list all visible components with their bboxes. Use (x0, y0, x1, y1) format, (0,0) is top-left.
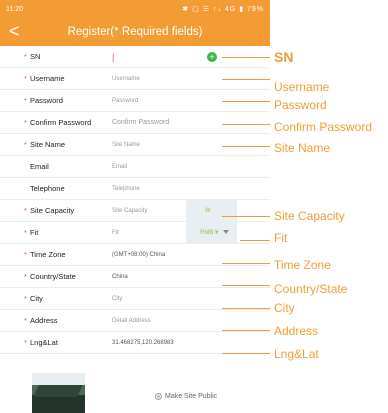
capacity-unit: W (205, 207, 211, 214)
required-marker: * (24, 338, 27, 347)
field-label-time-zone: Time Zone (30, 250, 66, 259)
field-label-address: Address (30, 316, 58, 325)
time-zone-select[interactable]: (GMT+08:00) China (112, 252, 165, 258)
annotation-country: Country/State (274, 282, 348, 296)
add-sn-button[interactable]: + (207, 52, 217, 62)
annotation-time-zone: Time Zone (274, 258, 331, 272)
field-label-site-name: Site Name (30, 140, 66, 149)
field-label-username: Username (30, 74, 65, 83)
field-label-country: Country/State (30, 272, 76, 281)
address-input[interactable]: Detail Address (112, 318, 151, 324)
site-photo[interactable] (32, 373, 85, 413)
field-label-fit: Fit (30, 228, 39, 237)
required-marker: * (24, 272, 27, 281)
field-row-password[interactable]: * Password Password (0, 90, 270, 112)
field-row-email[interactable]: Email Email (0, 156, 270, 178)
country-select[interactable]: China (112, 274, 128, 280)
field-label-lnglat: Lng&Lat (30, 338, 58, 347)
field-row-username[interactable]: * Username Username (0, 68, 270, 90)
field-label-site-capacity: Site Capacity (30, 206, 75, 215)
username-input[interactable]: Username (112, 76, 140, 82)
required-marker: * (24, 140, 27, 149)
sn-input[interactable]: | (112, 52, 114, 62)
field-row-site-name[interactable]: * Site Name Site Name (0, 134, 270, 156)
lnglat-input[interactable]: 31.468275,120.268983 (112, 340, 174, 346)
annotation-city: City (274, 301, 295, 315)
register-form: * SN | + * Username Username * Password … (0, 46, 270, 354)
page-title: Register(* Required fields) (67, 26, 203, 38)
make-public-option[interactable]: Make Site Public (155, 393, 217, 400)
field-label-email: Email (30, 162, 49, 171)
field-row-lnglat[interactable]: * Lng&Lat 31.468275,120.268983 (0, 332, 270, 354)
required-marker: * (24, 52, 27, 61)
annotation-lnglat: Lng&Lat (274, 347, 319, 361)
field-row-country[interactable]: * Country/State China (0, 266, 270, 288)
password-input[interactable]: Password (112, 98, 138, 104)
required-marker: * (24, 96, 27, 105)
fit-input[interactable]: Fit (112, 230, 119, 236)
required-marker: * (24, 316, 27, 325)
field-row-confirm-password[interactable]: * Confirm Password Confirm Password (0, 112, 270, 134)
confirm-password-input[interactable]: Confirm Password (112, 119, 169, 126)
chevron-down-icon[interactable] (223, 230, 229, 234)
solar-roof-image (33, 385, 83, 397)
radio-icon[interactable] (155, 393, 162, 400)
site-name-input[interactable]: Site Name (112, 142, 140, 148)
field-row-city[interactable]: * City City (0, 288, 270, 310)
annotation-password: Password (274, 98, 327, 112)
make-public-label: Make Site Public (165, 393, 218, 400)
field-row-telephone[interactable]: Telephone Telephone (0, 178, 270, 200)
annotation-username: Username (274, 80, 330, 94)
email-input[interactable]: Email (112, 164, 127, 170)
field-label-telephone: Telephone (30, 184, 65, 193)
required-marker: * (24, 206, 27, 215)
field-row-address[interactable]: * Address Detail Address (0, 310, 270, 332)
field-row-sn[interactable]: * SN | + (0, 46, 270, 68)
required-marker: * (24, 228, 27, 237)
telephone-input[interactable]: Telephone (112, 186, 140, 192)
field-label-password: Password (30, 96, 63, 105)
required-marker: * (24, 250, 27, 259)
required-marker: * (24, 74, 27, 83)
status-icons: ✱ ▢ ☰ ↑↓ 4G ▮ 79% (182, 6, 264, 13)
status-bar: 11:20 ✱ ▢ ☰ ↑↓ 4G ▮ 79% (0, 0, 270, 18)
annotation-address: Address (274, 324, 319, 338)
annotation-sn: SN (274, 49, 294, 65)
app-header: < Register(* Required fields) (0, 18, 270, 46)
field-label-city: City (30, 294, 43, 303)
back-arrow-icon[interactable]: < (9, 21, 20, 41)
annotation-site-name: Site Name (274, 141, 331, 155)
city-input[interactable]: City (112, 296, 122, 302)
field-row-site-capacity[interactable]: * Site Capacity Site Capacity W (0, 200, 270, 222)
site-capacity-input[interactable]: Site Capacity (112, 208, 147, 214)
annotation-site-capacity: Site Capacity (274, 209, 345, 223)
register-screen: 11:20 ✱ ▢ ☰ ↑↓ 4G ▮ 79% < Register(* Req… (0, 0, 270, 413)
field-label-confirm-password: Confirm Password (30, 118, 92, 127)
required-marker: * (24, 294, 27, 303)
fit-currency-select[interactable]: RMB ¥ (200, 230, 218, 236)
annotation-fit: Fit (274, 231, 288, 245)
required-marker: * (24, 118, 27, 127)
capacity-unit-box (186, 200, 237, 222)
field-row-time-zone[interactable]: * Time Zone (GMT+08:00) China (0, 244, 270, 266)
field-label-sn: SN (30, 52, 41, 61)
field-row-fit[interactable]: * Fit Fit RMB ¥ (0, 222, 270, 244)
annotation-confirm-password: Confirm Password (274, 120, 373, 134)
status-time: 11:20 (6, 5, 23, 13)
